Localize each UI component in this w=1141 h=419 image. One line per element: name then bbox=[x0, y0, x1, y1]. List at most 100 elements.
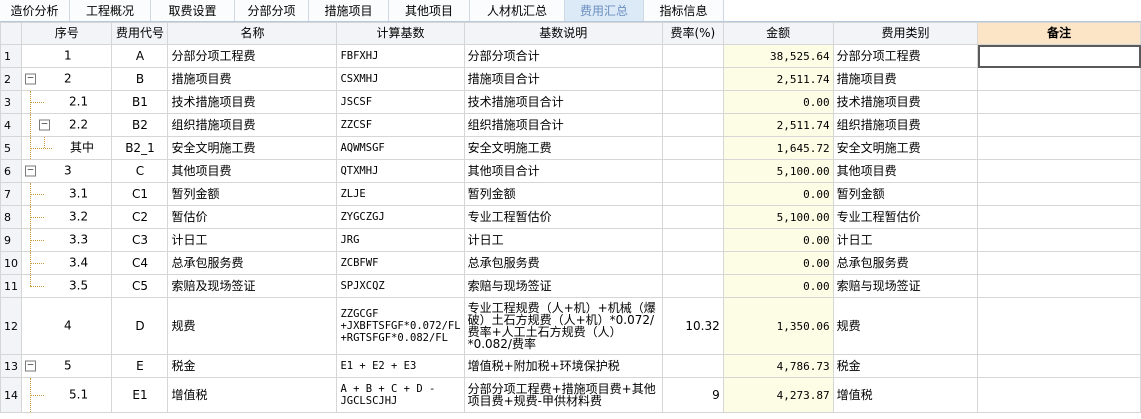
cell-type[interactable]: 技术措施项目费 bbox=[832, 90, 979, 114]
cell-rate[interactable] bbox=[661, 251, 724, 275]
tab-fee-settings[interactable]: 取费设置 bbox=[151, 0, 235, 21]
cell-desc[interactable]: 安全文明施工费 bbox=[463, 136, 663, 160]
cell-seq[interactable]: 3.2 bbox=[20, 205, 113, 229]
collapse-toggle-icon[interactable]: − bbox=[39, 119, 50, 131]
cell-note[interactable] bbox=[977, 159, 1141, 183]
cell-type[interactable]: 其他项目费 bbox=[832, 159, 979, 183]
cell-base[interactable]: SPJXCQZ bbox=[336, 274, 465, 298]
cell-type[interactable]: 组织措施项目费 bbox=[832, 113, 979, 137]
cell-name[interactable]: 税金 bbox=[167, 354, 338, 378]
row-number[interactable]: 9 bbox=[0, 228, 22, 252]
col-header-base[interactable]: 计算基数 bbox=[336, 22, 465, 45]
tab-measures[interactable]: 措施项目 bbox=[309, 0, 389, 21]
cell-base[interactable]: ZZGCGF +JXBFTSFGF*0.072/FL +RGTSFGF*0.08… bbox=[336, 297, 465, 355]
cell-base[interactable]: QTXMHJ bbox=[336, 159, 465, 183]
cell-base[interactable]: FBFXHJ bbox=[336, 44, 465, 68]
cell-name[interactable]: 索赔及现场签证 bbox=[167, 274, 338, 298]
cell-seq[interactable]: −2 bbox=[20, 67, 113, 91]
cell-desc[interactable]: 计日工 bbox=[463, 228, 663, 252]
cell-base[interactable]: ZCBFWF bbox=[336, 251, 465, 275]
cell-code[interactable]: C1 bbox=[111, 182, 169, 206]
cell-amount[interactable]: 2,511.74 bbox=[722, 113, 834, 137]
cell-desc[interactable]: 组织措施项目合计 bbox=[463, 113, 663, 137]
collapse-toggle-icon[interactable]: − bbox=[25, 73, 36, 85]
cell-seq[interactable]: 其中 bbox=[20, 136, 113, 160]
cell-amount[interactable]: 0.00 bbox=[722, 274, 834, 298]
cell-base[interactable]: A + B + C + D - JGCLSCJHJ bbox=[336, 377, 465, 413]
cell-code[interactable]: C bbox=[111, 159, 169, 183]
table-row[interactable]: 4−2.2 B2 组织措施项目费 ZZCSF 组织措施项目合计 2,511.74 组织措施项… bbox=[0, 113, 1141, 137]
cell-amount[interactable]: 5,100.00 bbox=[722, 205, 834, 229]
cell-seq[interactable]: 5.1 bbox=[20, 377, 113, 413]
col-header-seq[interactable]: 序号 bbox=[20, 22, 113, 45]
row-number[interactable]: 12 bbox=[0, 297, 22, 355]
row-number[interactable]: 10 bbox=[0, 251, 22, 275]
cell-note[interactable] bbox=[977, 136, 1141, 160]
cell-note[interactable] bbox=[977, 354, 1141, 378]
cell-code[interactable]: B2_1 bbox=[111, 136, 169, 160]
table-row[interactable]: 6−3 C 其他项目费 QTXMHJ 其他项目合计 5,100.00 其他项目费 bbox=[0, 159, 1141, 183]
cell-base[interactable]: AQWMSGF bbox=[336, 136, 465, 160]
cell-base[interactable]: ZLJE bbox=[336, 182, 465, 206]
cell-name[interactable]: 其他项目费 bbox=[167, 159, 338, 183]
cell-name[interactable]: 技术措施项目费 bbox=[167, 90, 338, 114]
cell-name[interactable]: 措施项目费 bbox=[167, 67, 338, 91]
cell-seq[interactable]: 3.4 bbox=[20, 251, 113, 275]
cell-seq[interactable]: 3.5 bbox=[20, 274, 113, 298]
table-row[interactable]: 1 1 A 分部分项工程费 FBFXHJ 分部分项合计 38,525.64 分部分项工程费 bbox=[0, 44, 1141, 68]
cell-amount[interactable]: 2,511.74 bbox=[722, 67, 834, 91]
cell-type[interactable]: 安全文明施工费 bbox=[832, 136, 979, 160]
col-header-desc[interactable]: 基数说明 bbox=[463, 22, 663, 45]
row-number[interactable]: 6 bbox=[0, 159, 22, 183]
col-header-code[interactable]: 费用代号 bbox=[111, 22, 169, 45]
cell-code[interactable]: C2 bbox=[111, 205, 169, 229]
cell-rate[interactable]: 10.32 bbox=[661, 297, 724, 355]
cell-base[interactable]: ZZCSF bbox=[336, 113, 465, 137]
tab-project-overview[interactable]: 工程概况 bbox=[70, 0, 151, 21]
cell-rate[interactable] bbox=[661, 44, 724, 68]
cell-note[interactable] bbox=[977, 377, 1141, 413]
row-number[interactable]: 2 bbox=[0, 67, 22, 91]
table-row[interactable]: 13−5 E 税金 E1 + E2 + E3 增值税+附加税+环境保护税 4,786.73… bbox=[0, 354, 1141, 378]
tab-labor-material-machine[interactable]: 人材机汇总 bbox=[470, 0, 565, 21]
cell-rate[interactable] bbox=[661, 228, 724, 252]
tab-other-items[interactable]: 其他项目 bbox=[389, 0, 470, 21]
cell-type[interactable]: 规费 bbox=[832, 297, 979, 355]
cell-seq[interactable]: − 2.2 bbox=[20, 113, 113, 137]
tab-index-info[interactable]: 指标信息 bbox=[644, 0, 724, 21]
cell-note[interactable] bbox=[977, 67, 1141, 91]
tab-fee-summary[interactable]: 费用汇总 bbox=[565, 0, 644, 21]
cell-rate[interactable] bbox=[661, 90, 724, 114]
cell-name[interactable]: 增值税 bbox=[167, 377, 338, 413]
cell-note[interactable] bbox=[977, 90, 1141, 114]
cell-amount[interactable]: 0.00 bbox=[722, 251, 834, 275]
row-number[interactable]: 7 bbox=[0, 182, 22, 206]
cell-note[interactable] bbox=[977, 205, 1141, 229]
row-number[interactable]: 3 bbox=[0, 90, 22, 114]
collapse-toggle-icon[interactable]: − bbox=[25, 165, 36, 177]
cell-desc[interactable]: 索赔与现场签证 bbox=[463, 274, 663, 298]
cell-desc[interactable]: 分部分项合计 bbox=[463, 44, 663, 68]
cell-base[interactable]: JSCSF bbox=[336, 90, 465, 114]
cell-desc[interactable]: 专业工程暂估价 bbox=[463, 205, 663, 229]
cell-type[interactable]: 增值税 bbox=[832, 377, 979, 413]
cell-base[interactable]: ZYGCZGJ bbox=[336, 205, 465, 229]
cell-name[interactable]: 总承包服务费 bbox=[167, 251, 338, 275]
cell-type[interactable]: 总承包服务费 bbox=[832, 251, 979, 275]
cell-amount[interactable]: 0.00 bbox=[722, 182, 834, 206]
cell-note[interactable] bbox=[977, 228, 1141, 252]
table-row[interactable]: 12 4 D 规费 ZZGCGF +JXBFTSFGF*0.072/FL +RGTSFG… bbox=[0, 297, 1141, 355]
cell-type[interactable]: 计日工 bbox=[832, 228, 979, 252]
col-header-type[interactable]: 费用类别 bbox=[832, 22, 979, 45]
cell-name[interactable]: 暂列金额 bbox=[167, 182, 338, 206]
cell-seq[interactable]: 3.1 bbox=[20, 182, 113, 206]
cell-code[interactable]: B1 bbox=[111, 90, 169, 114]
cell-name[interactable]: 暂估价 bbox=[167, 205, 338, 229]
cell-amount[interactable]: 5,100.00 bbox=[722, 159, 834, 183]
row-number[interactable]: 8 bbox=[0, 205, 22, 229]
cell-rate[interactable] bbox=[661, 354, 724, 378]
tab-sub-items[interactable]: 分部分项 bbox=[235, 0, 309, 21]
cell-name[interactable]: 安全文明施工费 bbox=[167, 136, 338, 160]
cell-note[interactable] bbox=[977, 251, 1141, 275]
cell-seq[interactable]: 3.3 bbox=[20, 228, 113, 252]
